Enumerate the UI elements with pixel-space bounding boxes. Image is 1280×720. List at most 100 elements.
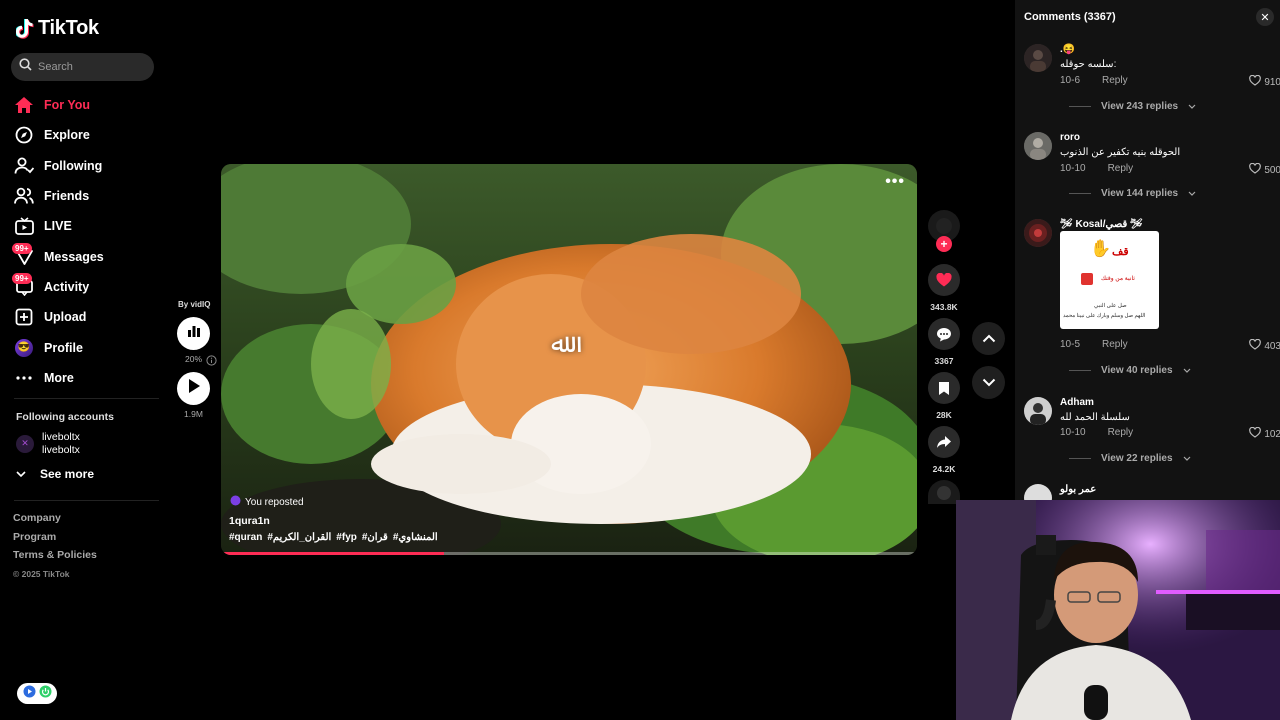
reply-button[interactable]: Reply — [1102, 75, 1128, 86]
video-text-overlay: ﷲ — [551, 329, 567, 359]
follow-plus-icon[interactable]: + — [936, 236, 952, 252]
save-count: 28K — [936, 410, 952, 420]
vidiq-play-button[interactable] — [177, 372, 210, 405]
reply-button[interactable]: Reply — [1108, 163, 1134, 174]
search-input[interactable] — [38, 61, 138, 73]
search-icon — [19, 58, 32, 76]
heart-outline-icon — [1249, 426, 1262, 441]
comment-like-button[interactable]: 102 — [1249, 426, 1280, 441]
nav-item-more[interactable]: More — [14, 363, 159, 393]
chevron-down-icon — [982, 374, 996, 392]
copyright: © 2025 TikTok — [13, 569, 70, 580]
reply-button[interactable]: Reply — [1108, 427, 1134, 438]
nav-item-messages[interactable]: 99+ Messages — [12, 241, 159, 271]
raised-hand-icon: ✋ — [1090, 239, 1112, 258]
upload-icon — [14, 307, 34, 327]
app-name: TikTok — [38, 17, 99, 39]
hashtag[interactable]: #quran — [229, 532, 262, 543]
commenter-avatar[interactable] — [1024, 44, 1052, 72]
next-video-button[interactable] — [972, 366, 1005, 399]
hashtag-list: #quran #القران_الكريم #fyp #قران #المنشا… — [229, 532, 438, 543]
nav-item-for-you[interactable]: For You — [14, 90, 159, 120]
commenter-name[interactable]: عمر بولو — [1060, 484, 1096, 495]
like-button[interactable]: 343.8K — [927, 264, 961, 312]
nav-item-upload[interactable]: Upload — [14, 302, 159, 332]
comment-item: Adham سلسلة الحمد لله 10-10 Reply 102 Vi… — [1024, 397, 1280, 467]
search-bar[interactable] — [11, 53, 154, 81]
view-replies-label: View 144 replies — [1101, 188, 1179, 199]
nav-label: Profile — [44, 340, 83, 355]
live-icon — [14, 216, 34, 236]
comment-item: 🛩 Kosal/قصي 🛩 ✋ قف ثانية من وقتك صل على … — [1024, 219, 1280, 379]
hashtag[interactable]: #fyp — [336, 532, 357, 543]
share-button[interactable]: 24.2K — [927, 426, 961, 474]
following-icon — [14, 156, 34, 176]
video-player[interactable]: ﷲ ••• You reposted 1qura1n #quran #القرا… — [221, 164, 917, 555]
video-more-options-icon[interactable]: ••• — [885, 173, 905, 191]
close-comments-button[interactable]: ✕ — [1256, 8, 1274, 26]
vidiq-label: By vidIQ — [178, 300, 211, 309]
view-replies-button[interactable]: View 22 replies — [1069, 453, 1191, 464]
nav-label: Friends — [44, 189, 90, 204]
activity-badge: 99+ — [12, 272, 32, 284]
view-replies-label: View 243 replies — [1101, 101, 1179, 112]
comment-like-button[interactable]: 910 — [1249, 74, 1280, 89]
following-account-item[interactable]: ✕ liveboltx liveboltx — [16, 431, 80, 456]
share-count: 24.2K — [932, 464, 956, 474]
extension-button[interactable] — [17, 683, 57, 704]
comment-like-button[interactable]: 500 — [1249, 162, 1280, 177]
video-progress-bar[interactable] — [221, 552, 917, 555]
chevron-down-icon — [1183, 365, 1191, 376]
nav-item-explore[interactable]: Explore — [14, 120, 159, 150]
footer-link-company[interactable]: Company — [13, 512, 97, 531]
comment-like-count: 403 — [1264, 340, 1280, 352]
commenter-avatar[interactable] — [1024, 219, 1052, 247]
account-avatar: ✕ — [16, 434, 34, 453]
previous-video-button[interactable] — [972, 322, 1005, 355]
reply-button[interactable]: Reply — [1102, 339, 1128, 350]
commenter-name[interactable]: Adham — [1060, 397, 1094, 408]
nav-item-following[interactable]: Following — [14, 151, 159, 181]
view-replies-button[interactable]: View 144 replies — [1069, 188, 1196, 199]
sidebar-divider — [14, 500, 159, 501]
repost-avatar-icon — [230, 495, 241, 509]
comment-icon — [928, 318, 960, 350]
vidiq-stats-button[interactable] — [177, 317, 210, 350]
see-more-button[interactable]: See more — [16, 467, 94, 481]
footer-link-terms[interactable]: Terms & Policies — [13, 549, 97, 568]
nav-label: LIVE — [44, 219, 72, 234]
video-extension-icon — [23, 685, 36, 703]
hashtag[interactable]: #قران — [362, 532, 388, 543]
comment-button[interactable]: 3367 — [927, 318, 961, 366]
sidebar-footer: Company Program Terms & Policies © 2025 … — [13, 512, 97, 588]
commenter-name[interactable]: .😝 — [1060, 44, 1075, 55]
commenter-name[interactable]: roro — [1060, 132, 1080, 143]
view-replies-button[interactable]: View 243 replies — [1069, 101, 1196, 112]
footer-link-program[interactable]: Program — [13, 531, 97, 550]
comment-like-count: 500 — [1264, 164, 1280, 176]
commenter-avatar[interactable] — [1024, 132, 1052, 160]
comments-title: Comments (3367) — [1024, 11, 1116, 23]
hashtag[interactable]: #القران_الكريم — [267, 532, 331, 543]
commenter-name[interactable]: 🛩 Kosal/قصي 🛩 — [1060, 219, 1143, 230]
hashtag[interactable]: #المنشاوي — [393, 532, 438, 543]
save-button[interactable]: 28K — [927, 372, 961, 420]
nav-item-friends[interactable]: Friends — [14, 181, 159, 211]
comment-sticker-image[interactable]: ✋ قف ثانية من وقتك صل على النبي اللهم صل… — [1060, 231, 1159, 329]
messages-icon: 99+ — [12, 242, 34, 267]
info-icon[interactable] — [206, 353, 217, 371]
tiktok-logo[interactable]: TikTok — [15, 17, 99, 40]
comment-date: 10-10 — [1060, 163, 1086, 174]
commenter-avatar[interactable] — [1024, 397, 1052, 425]
video-author[interactable]: 1qura1n — [229, 515, 270, 527]
view-replies-button[interactable]: View 40 replies — [1069, 365, 1191, 376]
nav-item-activity[interactable]: 99+ Activity — [12, 272, 159, 302]
account-handle: liveboltx — [42, 443, 80, 456]
nav-item-live[interactable]: LIVE — [14, 211, 159, 241]
comment-like-button[interactable]: 403 — [1249, 338, 1280, 353]
nav-label: For You — [44, 98, 91, 113]
nav-item-profile[interactable]: 😎 Profile — [14, 332, 159, 362]
compass-icon — [14, 125, 34, 145]
comment-date: 10-5 — [1060, 339, 1081, 350]
creator-avatar-button[interactable]: + — [927, 210, 961, 252]
